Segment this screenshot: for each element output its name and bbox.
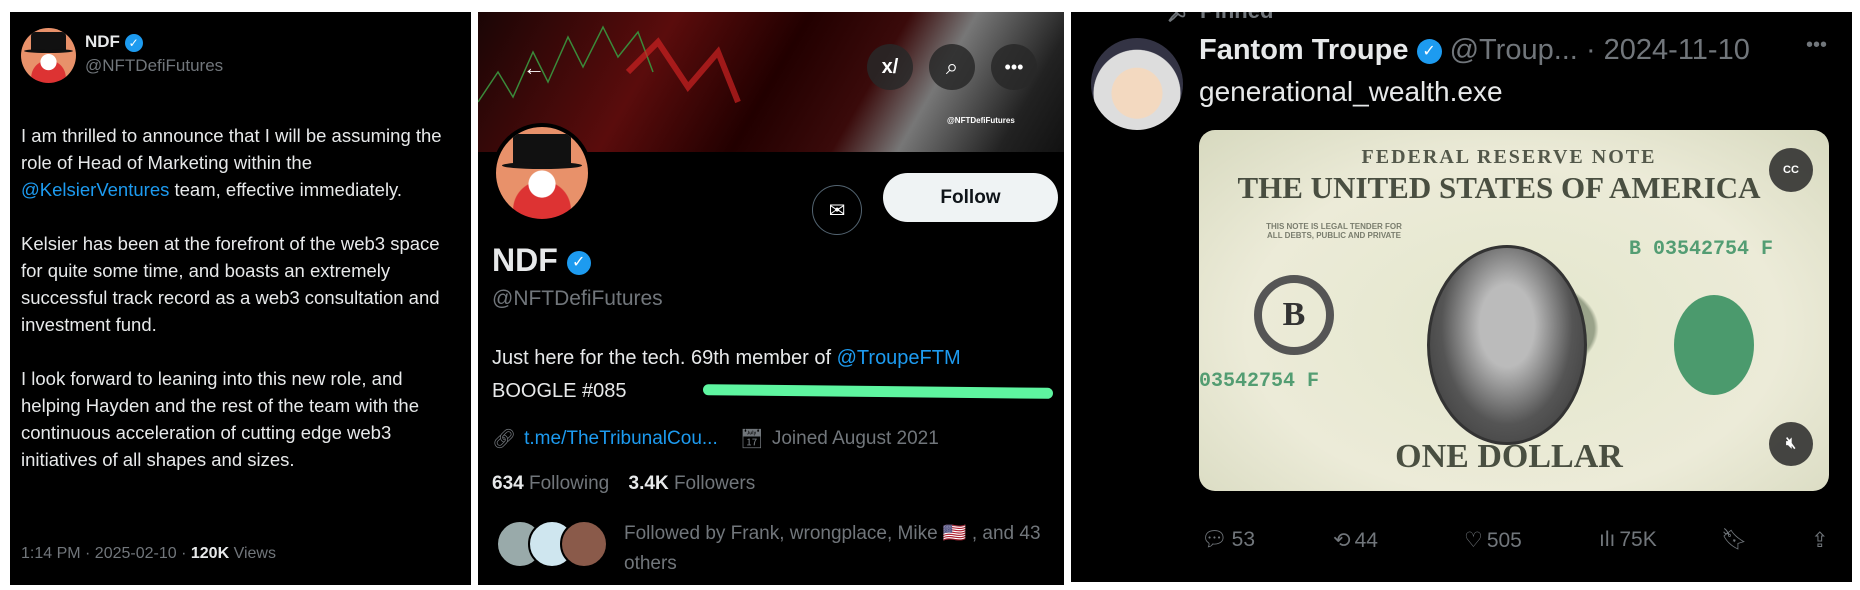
search-icon[interactable]: ⌕ [929, 44, 975, 90]
more-options-icon[interactable]: ••• [991, 44, 1037, 90]
text: I am thrilled to announce that I will be… [21, 125, 442, 173]
tweet-meta: 1:14 PM · 2025-02-10 · 120K Views [21, 545, 276, 563]
avatar[interactable] [1091, 38, 1183, 130]
profile-avatar[interactable] [492, 123, 592, 223]
tweet-panel: NDF ✓ @NFTDefiFutures I am thrilled to a… [10, 12, 471, 585]
message-icon[interactable]: ✉ [812, 185, 862, 235]
video-media[interactable]: FEDERAL RESERVE NOTE THE UNITED STATES O… [1199, 130, 1829, 491]
heart-icon: ♡ [1464, 529, 1483, 552]
pinned-tweet-panel: 📌︎ Pinned Fantom Troupe ✓ @Troup... · 20… [1071, 12, 1852, 582]
joined-date: Joined August 2021 [771, 428, 939, 449]
profile-stats: 634 Following 3.4K Followers [492, 473, 755, 495]
profile-link[interactable]: t.me/TheTribunalCou... [524, 428, 718, 450]
profile-meta: 🔗︎ t.me/TheTribunalCou... 📅︎ Joined Augu… [492, 427, 939, 451]
following-link[interactable]: 634 Following [492, 473, 609, 494]
banner-watermark: @NFTDefiFutures [947, 116, 1015, 125]
verified-badge-icon: ✓ [124, 33, 143, 52]
pinned-label: 📌︎ Pinned [1166, 12, 1273, 24]
following-label: Following [528, 473, 610, 494]
followed-by-text[interactable]: Followed by Frank, wrongplace, Mike 🇺🇸 ,… [624, 519, 1054, 579]
portrait [1427, 245, 1587, 445]
follower-avatar[interactable] [560, 520, 608, 568]
following-count: 634 [492, 473, 524, 494]
bill-lettering: THE UNITED STATES OF AMERICA [1237, 170, 1761, 205]
mention-link[interactable]: @TroupeFTM [837, 347, 961, 369]
text: team, effective immediately. [169, 179, 403, 200]
verified-badge-icon: ✓ [1416, 38, 1442, 64]
view-count: 75K [1619, 528, 1657, 551]
repost-button[interactable]: ⟲ 44 [1333, 528, 1378, 553]
views-label: Views [229, 545, 276, 562]
paragraph: Kelsier has been at the forefront of the… [21, 233, 440, 335]
mention-link[interactable]: @KelsierVentures [21, 179, 169, 200]
bill-lettering: B 03542754 F [1629, 238, 1774, 261]
paragraph: I look forward to leaning into this new … [21, 368, 420, 470]
repost-count: 44 [1354, 528, 1378, 552]
muted-volume-icon[interactable]: 🔇︎ [1769, 422, 1813, 466]
followers-count: 3.4K [628, 473, 669, 494]
avatar[interactable] [21, 28, 76, 83]
verified-badge-icon: ✓ [566, 250, 591, 275]
tweet-text: generational_wealth.exe [1199, 76, 1503, 107]
analytics-icon: ılı [1599, 528, 1616, 551]
tweet-header: Fantom Troupe ✓ @Troup... · 2024-11-10 [1199, 34, 1750, 67]
repost-icon: ⟲ [1333, 529, 1351, 552]
display-name[interactable]: Fantom Troupe [1199, 34, 1408, 66]
views-count: 120K [190, 545, 230, 562]
treasury-seal [1674, 295, 1754, 395]
author-name-row[interactable]: NDF ✓ [85, 32, 143, 52]
handle[interactable]: @Troup... [1450, 34, 1578, 66]
display-name: NDF [85, 32, 120, 51]
profile-handle: @NFTDefiFutures [492, 287, 663, 310]
bank-seal: B [1254, 275, 1334, 355]
pin-icon: 📌︎ [1166, 12, 1200, 23]
views-button[interactable]: ılı 75K [1599, 528, 1657, 552]
bill-lettering: FEDERAL RESERVE NOTE [1361, 146, 1657, 168]
followers-label: Followers [673, 473, 756, 494]
share-icon[interactable]: ⇪ [1811, 528, 1829, 553]
reply-count: 53 [1231, 528, 1256, 551]
reply-button[interactable]: 💬︎ 53 [1201, 528, 1255, 552]
grok-icon[interactable]: x/ [867, 44, 913, 90]
pinned-text: Pinned [1200, 12, 1273, 23]
profile-name-row: NDF ✓ [492, 242, 591, 279]
display-name: NDF [492, 242, 558, 278]
back-arrow-icon[interactable]: ← [512, 46, 556, 90]
like-count: 505 [1486, 528, 1522, 552]
tweet-body: I am thrilled to announce that I will be… [21, 122, 461, 500]
like-button[interactable]: ♡ 505 [1464, 528, 1522, 553]
bill-lettering: 03542754 F [1199, 370, 1320, 393]
reply-icon: 💬︎ [1201, 528, 1228, 551]
bio-text: Just here for the tech. 69th member of [492, 347, 837, 369]
bill-lettering: THIS NOTE IS LEGAL TENDER FOR ALL DEBTS,… [1266, 222, 1402, 240]
link-icon: 🔗︎ [492, 429, 517, 450]
profile-bio: Just here for the tech. 69th member of @… [492, 342, 961, 408]
paragraph: I am thrilled to announce that I will be… [21, 122, 461, 203]
more-options-icon[interactable]: ••• [1806, 34, 1827, 57]
handle[interactable]: @NFTDefiFutures [85, 56, 223, 76]
captions-icon[interactable]: CC [1769, 148, 1813, 192]
calendar-icon: 📅︎ [739, 429, 764, 450]
follow-button[interactable]: Follow [883, 173, 1058, 222]
bill-lettering: ONE DOLLAR [1395, 438, 1623, 475]
bookmark-icon[interactable]: 🔖︎ [1721, 528, 1748, 552]
timestamp[interactable]: 1:14 PM · 2025-02-10 · [21, 545, 191, 562]
followers-link[interactable]: 3.4K Followers [629, 473, 756, 494]
profile-panel: @NFTDefiFutures ← x/ ⌕ ••• ✉ Follow NDF … [478, 12, 1064, 585]
bio-text: BOOGLE #085 [492, 380, 627, 402]
tweet-date[interactable]: · 2024-11-10 [1586, 34, 1750, 66]
